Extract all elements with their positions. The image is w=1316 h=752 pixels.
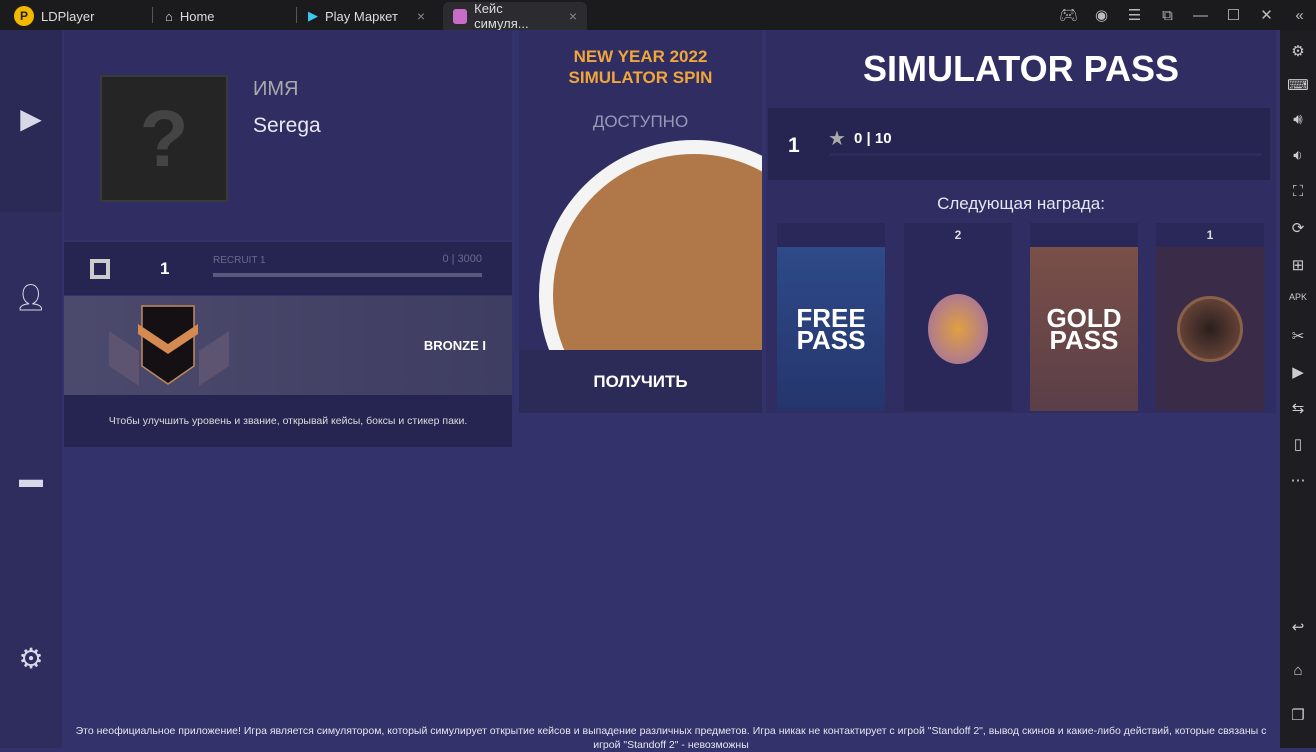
- title-bar: P LDPlayer ⌂ Home ▶ Play Маркет × Кейс симул…: [0, 0, 1316, 31]
- play-icon[interactable]: ▶: [0, 102, 62, 135]
- xp-value: 0 | 3000: [442, 253, 482, 265]
- rank-card: BRONZE I: [64, 296, 512, 395]
- level-value: 1: [160, 259, 170, 278]
- app-icon: [453, 8, 468, 24]
- fullscreen-icon[interactable]: ⛶: [1280, 183, 1316, 200]
- more-icon[interactable]: ⋯: [1280, 471, 1316, 489]
- app-logo: P LDPlayer: [4, 2, 104, 30]
- level-row: 1 RECRUIT 1 0 | 3000: [64, 242, 512, 295]
- rank-hint: Чтобы улучшить уровень и звание, открыва…: [64, 395, 512, 447]
- menu-icon[interactable]: ☰: [1118, 6, 1151, 24]
- profile-panel: ? ИМЯ Serega: [64, 30, 512, 240]
- minimize-icon[interactable]: —: [1184, 7, 1217, 24]
- level-badge-icon: [90, 259, 110, 279]
- spin-status: ДОСТУПНО: [592, 112, 689, 131]
- next-reward-label: Следующая награда:: [937, 194, 1105, 213]
- reward-card-gold-pass[interactable]: GOLD PASS: [1030, 223, 1138, 411]
- close-icon[interactable]: ✕: [1250, 6, 1283, 24]
- volume-up-icon[interactable]: 🔊︎: [1280, 111, 1316, 128]
- spin-title-line1: NEW YEAR 2022: [573, 47, 708, 66]
- close-tab-icon[interactable]: ×: [417, 8, 425, 24]
- play-store-icon: ▶: [308, 8, 318, 23]
- player-name: Serega: [253, 114, 321, 137]
- bronze-rank-icon: [109, 305, 229, 386]
- star-icon: ★: [828, 128, 846, 150]
- reward-card-coin[interactable]: 1: [1156, 223, 1264, 411]
- tab-case-simulator[interactable]: Кейс симуля... ×: [443, 1, 587, 31]
- maximize-icon[interactable]: ☐: [1217, 6, 1250, 24]
- profile-icon[interactable]: 👤︎: [0, 282, 62, 313]
- app-name: LDPlayer: [41, 8, 95, 24]
- avatar[interactable]: ?: [100, 75, 228, 202]
- close-tab-icon[interactable]: ×: [569, 8, 577, 24]
- tab-label: Home: [179, 8, 215, 24]
- home-icon[interactable]: ⌂: [1280, 662, 1316, 679]
- medal-image: [1177, 296, 1243, 362]
- reward-count: [777, 223, 885, 247]
- pass-progress-bar: [830, 153, 1262, 156]
- reward-count: 1: [1156, 223, 1264, 247]
- record-icon[interactable]: ▶: [1280, 363, 1316, 381]
- reward-card-free-pass[interactable]: FREE PASS: [777, 223, 885, 411]
- name-label: ИМЯ: [253, 78, 299, 100]
- gamepad-icon[interactable]: 🎮︎: [1052, 6, 1085, 24]
- settings-icon[interactable]: ⚙: [1280, 42, 1316, 60]
- rotate-icon[interactable]: ⟳: [1280, 219, 1316, 237]
- reward-count: [1030, 223, 1138, 247]
- spin-title-line2: SIMULATOR SPIN: [568, 68, 713, 87]
- tab-label: Play Маркет: [325, 8, 398, 24]
- sticker-image: [928, 294, 988, 364]
- pass-title: SIMULATOR PASS: [862, 48, 1180, 89]
- volume-down-icon[interactable]: 🔉︎: [1280, 147, 1316, 164]
- claim-button[interactable]: ПОЛУЧИТЬ: [519, 350, 762, 413]
- add-window-icon[interactable]: ⊞: [1280, 256, 1316, 274]
- pass-level: 1: [788, 134, 800, 157]
- sync-icon[interactable]: ⇆: [1280, 399, 1316, 417]
- xp-progress-bar: [213, 273, 482, 277]
- collapse-icon[interactable]: «: [1283, 7, 1316, 24]
- game-sidebar: ▶ 👤︎ ▬ ⚙: [0, 30, 62, 748]
- resize-icon[interactable]: ⧉: [1151, 7, 1184, 24]
- rank-name: BRONZE I: [423, 338, 486, 353]
- gun-icon[interactable]: ▬: [0, 466, 62, 494]
- apk-icon[interactable]: APK: [1280, 292, 1316, 302]
- back-icon[interactable]: ↩: [1280, 618, 1316, 636]
- tab-label: Кейс симуля...: [474, 1, 529, 31]
- scissors-icon[interactable]: ✂: [1280, 327, 1316, 345]
- keyboard-icon[interactable]: ⌨: [1280, 76, 1316, 94]
- pass-progress-row: 1 ★ 0 | 10: [768, 108, 1270, 180]
- reward-count: 2: [904, 223, 1012, 247]
- star-count: 0 | 10: [854, 130, 892, 147]
- reward-label: FREE PASS: [777, 247, 885, 411]
- tab-play-market[interactable]: ▶ Play Маркет ×: [298, 2, 440, 30]
- settings-icon[interactable]: ⚙: [0, 642, 62, 675]
- home-icon: ⌂: [165, 8, 173, 24]
- reward-label: GOLD PASS: [1030, 247, 1138, 411]
- ldplayer-logo-icon: P: [14, 6, 34, 26]
- spin-panel: NEW YEAR 2022 SIMULATOR SPIN ДОСТУПНО ПОЛ…: [519, 30, 762, 413]
- tab-home[interactable]: ⌂ Home: [155, 2, 225, 30]
- shake-icon[interactable]: ▯: [1280, 435, 1316, 453]
- emulator-toolbar: ⚙ ⌨ 🔊︎ 🔉︎ ⛶ ⟳ ⊞ APK ✂ ▶ ⇆ ▯ ⋯ ↩ ⌂ ❐: [1280, 30, 1316, 748]
- account-icon[interactable]: ◉: [1085, 6, 1118, 24]
- spin-title: NEW YEAR 2022 SIMULATOR SPIN: [519, 46, 762, 88]
- reward-card-sticker[interactable]: 2: [904, 223, 1012, 411]
- rank-progress-label: RECRUIT 1: [213, 255, 266, 266]
- recent-apps-icon[interactable]: ❐: [1280, 706, 1316, 724]
